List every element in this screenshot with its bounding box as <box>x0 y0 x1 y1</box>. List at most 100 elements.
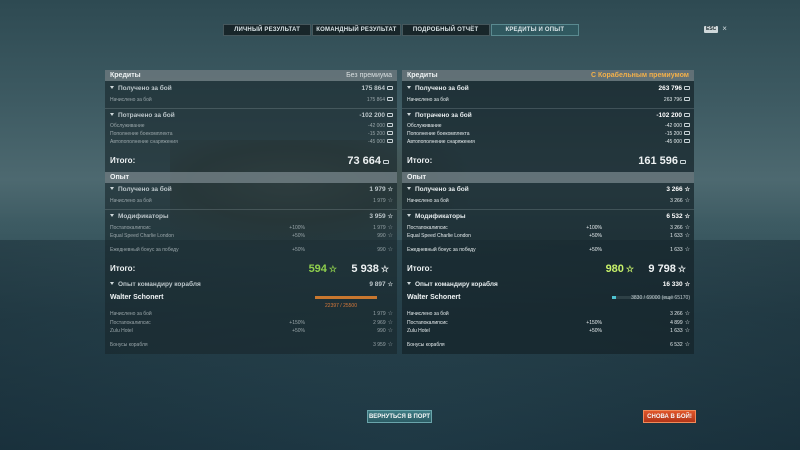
xp-star-icon: ☆ <box>684 328 690 334</box>
xp-star-icon: ☆ <box>684 187 690 193</box>
credits-icon <box>684 97 690 101</box>
credits-icon <box>680 160 686 164</box>
panel-without-premium: Кредиты Без премиума Получено за бой 175 8… <box>105 70 397 354</box>
commander-xp-section[interactable]: Опыт командиру корабля 16 330 ☆ <box>402 280 694 290</box>
credits-spent-section[interactable]: Потрачено за бой -102 200 <box>402 111 694 121</box>
commander-row: Walter Schonert 22397 / 25500 <box>105 292 397 309</box>
commander-xp-section[interactable]: Опыт командиру корабля 9 897 ☆ <box>105 280 397 290</box>
list-item: Пополнение боекомплекта -15 200 <box>402 130 694 138</box>
xp-header: Опыт <box>105 172 397 183</box>
credits-value: 175 864 <box>362 84 393 94</box>
xp-star-icon: ☆ <box>387 187 393 193</box>
esc-key-badge: ESC <box>704 25 719 33</box>
list-item: Бонусы корабля 3 959 ☆ <box>110 342 393 348</box>
list-item: Начислено за бой 263 796 <box>402 96 694 104</box>
credits-icon <box>684 131 690 135</box>
list-item: Equal Speed Charlie London +50% 1 633 ☆ <box>407 233 690 239</box>
free-xp-star-icon: ☆ <box>328 264 337 274</box>
credits-icon <box>387 139 393 143</box>
modifiers-section[interactable]: Модификаторы 3 959 ☆ <box>105 212 397 222</box>
premium-status: Без премиума <box>346 72 392 79</box>
xp-star-icon: ☆ <box>387 320 393 326</box>
premium-status: С Корабельным премиумом <box>590 72 689 79</box>
credits-icon <box>387 97 393 101</box>
tab-personal-result[interactable]: ЛИЧНЫЙ РЕЗУЛЬТАТ <box>223 24 312 36</box>
xp-star-icon: ☆ <box>387 225 393 231</box>
xp-star-icon: ☆ <box>387 311 393 317</box>
credits-icon <box>387 131 393 135</box>
credits-icon <box>684 113 690 117</box>
commander-xp-bar <box>315 296 377 299</box>
xp-received-section[interactable]: Получено за бой 1 979 ☆ <box>105 185 397 195</box>
xp-star-icon: ☆ <box>387 233 393 239</box>
tab-detailed-report[interactable]: ПОДРОБНЫЙ ОТЧЁТ <box>401 24 490 36</box>
commander-xp-text: 3830 / 69000 (ещё 65170) <box>631 295 690 301</box>
list-item: Постапокалипсис +150% 4 899 ☆ <box>407 320 690 326</box>
xp-header: Опыт <box>402 172 694 183</box>
xp-star-icon: ☆ <box>387 328 393 334</box>
list-item: Обслуживание -42 000 <box>402 122 694 130</box>
battle-again-button[interactable]: СНОВА В БОЙ! <box>643 410 696 423</box>
credits-header: Кредиты Без премиума <box>105 70 397 81</box>
credits-header: Кредиты С Корабельным премиумом <box>402 70 694 81</box>
return-to-port-button[interactable]: ВЕРНУТЬСЯ В ПОРТ <box>367 410 432 423</box>
credits-received-section[interactable]: Получено за бой 263 796 <box>402 84 694 94</box>
credits-spent-section[interactable]: Потрачено за бой -102 200 <box>105 111 397 121</box>
credits-title: Кредиты <box>110 72 141 79</box>
close-icon[interactable]: × <box>722 25 727 33</box>
list-item: Постапокалипсис +100% 3 266 ☆ <box>407 225 690 231</box>
xp-star-icon: ☆ <box>684 282 690 288</box>
list-item: Equal Speed Charlie London +50% 990 ☆ <box>110 233 393 239</box>
list-item: Ежедневный бонус за победу +50% 1 633 ☆ <box>407 247 690 253</box>
window-controls: ESC × <box>704 25 727 33</box>
tab-credits-and-xp[interactable]: КРЕДИТЫ И ОПЫТ <box>490 24 579 36</box>
divider <box>402 108 694 109</box>
xp-star-icon: ☆ <box>684 198 690 204</box>
xp-star-icon: ☆ <box>387 198 393 204</box>
credits-icon <box>387 113 393 117</box>
xp-total: Итого: 980 ☆ 9 798 ☆ <box>407 263 686 275</box>
xp-received-section[interactable]: Получено за бой 3 266 ☆ <box>402 185 694 195</box>
list-item: Постапокалипсис +100% 1 979 ☆ <box>110 225 393 231</box>
commander-name: Walter Schonert <box>407 294 461 301</box>
modifiers-section[interactable]: Модификаторы 6 532 ☆ <box>402 212 694 222</box>
xp-star-icon: ☆ <box>684 311 690 317</box>
list-item: Начислено за бой 175 864 <box>105 96 397 104</box>
list-item: Начислено за бой 3 266 ☆ <box>407 198 690 204</box>
results-tabs: ЛИЧНЫЙ РЕЗУЛЬТАТ КОМАНДНЫЙ РЕЗУЛЬТАТ ПОД… <box>223 24 579 36</box>
xp-star-icon: ☆ <box>380 264 389 274</box>
tab-team-result[interactable]: КОМАНДНЫЙ РЕЗУЛЬТАТ <box>312 24 401 36</box>
xp-star-icon: ☆ <box>684 247 690 253</box>
xp-star-icon: ☆ <box>684 225 690 231</box>
list-item: Начислено за бой 1 979 ☆ <box>110 198 393 204</box>
list-item: Zulu Hotel +50% 1 633 ☆ <box>407 328 690 334</box>
divider <box>105 209 397 210</box>
list-item: Zulu Hotel +50% 990 ☆ <box>110 328 393 334</box>
xp-star-icon: ☆ <box>387 247 393 253</box>
credits-icon <box>684 86 690 90</box>
divider <box>402 209 694 210</box>
list-item: Автопополнение снаряжения -45 000 <box>402 138 694 146</box>
panel-with-ship-premium: Кредиты С Корабельным премиумом Получено … <box>402 70 694 354</box>
xp-star-icon: ☆ <box>387 282 393 288</box>
credits-received-section[interactable]: Получено за бой 175 864 <box>105 84 397 94</box>
xp-star-icon: ☆ <box>677 264 686 274</box>
section-label: Получено за бой <box>118 85 172 92</box>
list-item: Пополнение боекомплекта -15 200 <box>105 130 397 138</box>
list-item: Начислено за бой 1 979 ☆ <box>110 311 393 317</box>
xp-star-icon: ☆ <box>684 320 690 326</box>
credits-icon <box>383 160 389 164</box>
credits-icon <box>387 86 393 90</box>
credits-total: Итого: 161 596 <box>402 153 694 169</box>
commander-row: Walter Schonert 3830 / 69000 (ещё 65170) <box>402 292 694 304</box>
list-item: Ежедневный бонус за победу +50% 990 ☆ <box>110 247 393 253</box>
list-item: Начислено за бой 3 266 ☆ <box>407 311 690 317</box>
list-item: Автопополнение снаряжения -45 000 <box>105 138 397 146</box>
list-item: Обслуживание -42 000 <box>105 122 397 130</box>
xp-total: Итого: 594 ☆ 5 938 ☆ <box>110 263 389 275</box>
xp-star-icon: ☆ <box>684 233 690 239</box>
credits-icon <box>684 123 690 127</box>
credits-icon <box>684 139 690 143</box>
xp-star-icon: ☆ <box>684 214 690 220</box>
credits-total: Итого: 73 664 <box>105 153 397 169</box>
